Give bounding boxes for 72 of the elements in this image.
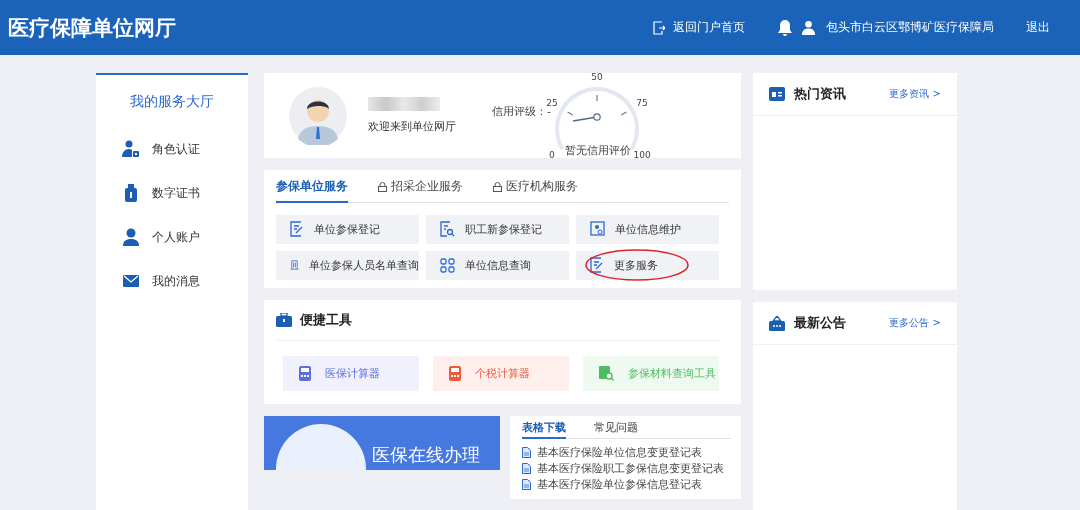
service-tab[interactable]: 医疗机构服务	[493, 178, 578, 203]
downloads-tab[interactable]: 常见问题	[594, 419, 638, 439]
gauge-tick-label: 25	[546, 98, 558, 108]
signboard-icon	[769, 315, 785, 331]
service-label: 职工新参保登记	[465, 221, 542, 237]
service-button[interactable]: 单位参保登记	[276, 214, 419, 244]
user-icon	[801, 20, 816, 35]
download-link[interactable]: 基本医疗保险单位信息变更登记表	[522, 444, 731, 461]
service-button[interactable]: 职工新参保登记	[426, 214, 569, 244]
sidebar-label: 角色认证	[152, 140, 200, 158]
sidebar-item[interactable]: 数字证书	[96, 171, 248, 215]
doc-search-icon	[440, 221, 455, 237]
gauge-tick-label: 0	[549, 150, 555, 160]
user-name: 包头市白云区鄂博矿医疗保障局	[826, 19, 994, 36]
document-icon	[522, 463, 531, 474]
gauge-tick-label: 75	[636, 98, 648, 108]
grid-icon	[440, 257, 455, 273]
sidebar-item[interactable]: 我的消息	[96, 259, 248, 303]
service-tab[interactable]: 参保单位服务	[276, 178, 348, 203]
sidebar-label: 个人账户	[152, 228, 200, 246]
tool-button[interactable]: 医保计算器	[283, 355, 419, 391]
profile-search-icon	[590, 221, 605, 237]
more-link[interactable]: 更多资讯 >	[889, 87, 941, 101]
more-link[interactable]: 更多公告 >	[889, 316, 941, 330]
service-button[interactable]: 更多服务	[576, 250, 719, 280]
service-tab[interactable]: 招采企业服务	[378, 178, 463, 203]
welcome-text: 欢迎来到单位网厅	[368, 119, 456, 134]
exit-doc-icon	[653, 20, 665, 35]
download-link[interactable]: 基本医疗保险单位参保信息登记表	[522, 476, 731, 493]
site-title: 医疗保障单位网厅	[8, 14, 176, 42]
gauge-tick-label: 50	[591, 72, 603, 82]
blurred-name	[368, 97, 440, 111]
sidebar-item[interactable]: 个人账户	[96, 215, 248, 259]
service-label: 单位信息维护	[615, 221, 681, 237]
document-icon	[522, 447, 531, 458]
home-link[interactable]: 返回门户首页	[653, 19, 745, 36]
person-icon	[122, 228, 140, 246]
service-button[interactable]: 单位信息维护	[576, 214, 719, 244]
service-label: 单位信息查询	[465, 257, 531, 273]
tools-title: 便捷工具	[300, 310, 352, 329]
logout-link[interactable]: 退出	[1026, 19, 1050, 36]
service-button[interactable]: 单位参保人员名单查询	[276, 250, 419, 280]
credit-rating: 信用评级：-	[492, 105, 551, 119]
calculator-icon	[299, 365, 311, 381]
service-label: 单位参保人员名单查询	[309, 257, 419, 273]
service-button[interactable]: 单位信息查询	[426, 250, 569, 280]
document-icon	[522, 479, 531, 490]
doc-search-icon	[599, 365, 614, 381]
envelope-icon	[122, 275, 140, 287]
newspaper-icon	[769, 87, 785, 101]
sidebar-title: 我的服务大厅	[129, 92, 215, 111]
download-link[interactable]: 基本医疗保险职工参保信息变更登记表	[522, 460, 731, 477]
service-label: 更多服务	[614, 257, 658, 273]
bell-icon[interactable]	[777, 18, 793, 37]
edit-doc-icon	[590, 257, 604, 273]
panel-title: 热门资讯	[794, 85, 846, 103]
service-label: 单位参保登记	[314, 221, 380, 237]
edit-doc-icon	[290, 221, 304, 237]
usb-key-icon	[122, 184, 140, 202]
gauge-tick-label: 100	[633, 150, 651, 160]
avatar-icon	[289, 86, 347, 145]
calculator-icon	[449, 365, 461, 381]
banner-text: 医保在线办理	[372, 443, 480, 466]
sidebar-label: 我的消息	[152, 272, 200, 290]
user-badge-icon	[122, 140, 140, 158]
sidebar-item[interactable]: 角色认证	[96, 127, 248, 171]
toolbox-icon	[276, 312, 292, 327]
downloads-tab[interactable]: 表格下载	[522, 419, 566, 439]
sidebar-label: 数字证书	[152, 184, 200, 202]
panel-title: 最新公告	[794, 314, 846, 332]
gauge-caption: 暂无信用评价	[565, 143, 631, 158]
building-icon	[290, 257, 299, 273]
